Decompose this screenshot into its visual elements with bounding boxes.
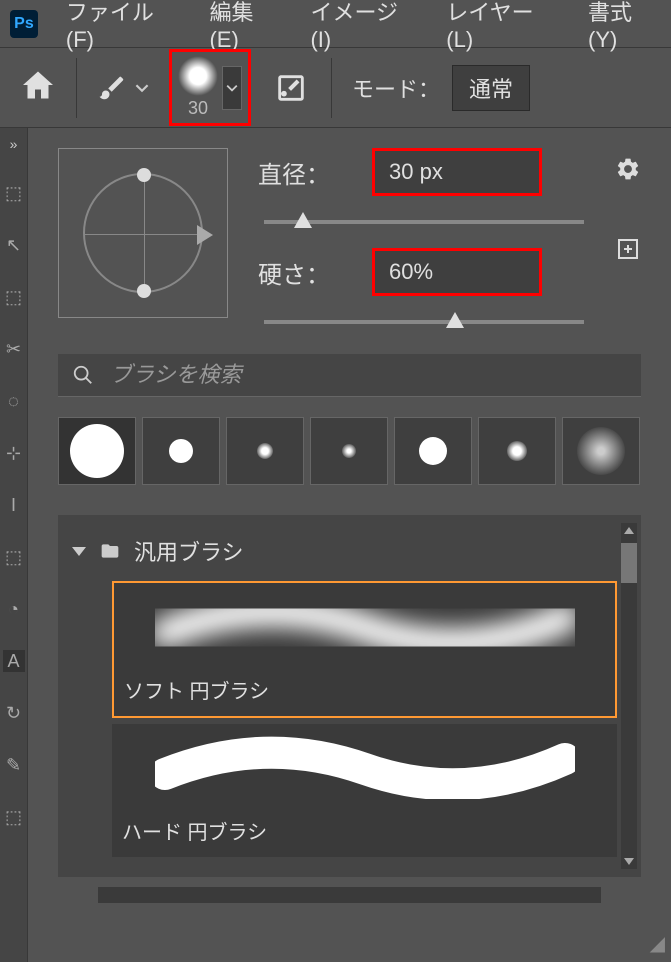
- resize-grip-icon[interactable]: ◢: [650, 931, 665, 956]
- brush-stroke-preview: [114, 583, 615, 663]
- gear-icon[interactable]: [615, 156, 641, 187]
- divider: [76, 58, 77, 118]
- tools-sidebar: » ⬚ ↖ ⬚ ✂ ◌ ⊹ I ⬚ ◔ A ↻ ✎ ⬚: [0, 128, 28, 962]
- tool-icon[interactable]: I: [3, 494, 25, 516]
- expand-panels-button[interactable]: »: [10, 136, 18, 152]
- brush-thumb[interactable]: [58, 417, 136, 485]
- hardness-input[interactable]: [372, 248, 542, 296]
- search-icon: [72, 364, 94, 386]
- folder-icon: [98, 541, 122, 561]
- brush-settings-button[interactable]: [271, 68, 311, 108]
- diameter-label: 直径：: [258, 155, 348, 190]
- menu-file[interactable]: ファイル(F): [66, 0, 182, 53]
- brush-thumb[interactable]: [562, 417, 640, 485]
- brush-preset-dropdown[interactable]: [222, 66, 242, 110]
- home-button[interactable]: [20, 67, 56, 108]
- tool-icon[interactable]: ✎: [3, 754, 25, 776]
- scrollbar-horizontal[interactable]: [98, 887, 601, 903]
- diameter-input[interactable]: [372, 148, 542, 196]
- scroll-up-icon: [624, 527, 634, 534]
- brush-thumb[interactable]: [142, 417, 220, 485]
- tool-icon[interactable]: ⬚: [3, 546, 25, 568]
- brush-tool-indicator[interactable]: [97, 73, 149, 103]
- diameter-slider[interactable]: [264, 220, 584, 224]
- menubar: Ps ファイル(F) 編集(E) イメージ(I) レイヤー(L) 書式(Y): [0, 0, 671, 48]
- folder-name: 汎用ブラシ: [134, 535, 244, 567]
- chevron-down-icon: [72, 547, 86, 556]
- recent-brushes: [58, 417, 641, 485]
- brush-item-label: ハード 円ブラシ: [112, 804, 617, 857]
- brush-preview-icon: [178, 56, 218, 96]
- tool-icon[interactable]: ◌: [3, 390, 25, 412]
- chevron-down-icon: [135, 81, 149, 95]
- brush-preset-panel: 直径： 硬さ：: [28, 128, 671, 962]
- menu-image[interactable]: イメージ(I): [310, 0, 418, 53]
- brush-item-label: ソフト 円ブラシ: [114, 663, 615, 716]
- tool-icon[interactable]: ⊹: [3, 442, 25, 464]
- brush-thumb[interactable]: [226, 417, 304, 485]
- mode-label: モード：: [352, 72, 440, 104]
- brush-item-hard[interactable]: ハード 円ブラシ: [112, 724, 617, 857]
- tool-icon[interactable]: A: [3, 650, 25, 672]
- tool-icon[interactable]: ↻: [3, 702, 25, 724]
- tool-icon[interactable]: ⬚: [3, 286, 25, 308]
- menu-type[interactable]: 書式(Y): [588, 0, 661, 53]
- brush-thumb[interactable]: [310, 417, 388, 485]
- tool-icon[interactable]: ◔: [3, 598, 25, 620]
- menu-layer[interactable]: レイヤー(L): [446, 0, 560, 53]
- tool-icon[interactable]: ✂: [3, 338, 25, 360]
- brush-thumb[interactable]: [478, 417, 556, 485]
- brush-item-soft[interactable]: ソフト 円ブラシ: [112, 581, 617, 718]
- mode-dropdown[interactable]: 通常: [452, 65, 530, 111]
- brush-folder[interactable]: 汎用ブラシ: [72, 529, 617, 581]
- tool-icon[interactable]: ↖: [3, 234, 25, 256]
- brush-search: [58, 354, 641, 397]
- brush-thumb[interactable]: [394, 417, 472, 485]
- brush-size-value: 30: [188, 98, 208, 119]
- brush-stroke-preview: [112, 724, 617, 804]
- brush-angle-control[interactable]: [58, 148, 228, 318]
- menu-edit[interactable]: 編集(E): [209, 0, 282, 53]
- scroll-thumb[interactable]: [621, 543, 637, 583]
- new-preset-icon[interactable]: [616, 237, 640, 266]
- hardness-slider[interactable]: [264, 320, 584, 324]
- brush-preset-picker[interactable]: 30: [169, 49, 251, 126]
- divider: [331, 58, 332, 118]
- options-bar: 30 モード： 通常: [0, 48, 671, 128]
- tool-icon[interactable]: ⬚: [3, 182, 25, 204]
- hardness-label: 硬さ：: [258, 255, 348, 290]
- tool-icon[interactable]: ⬚: [3, 806, 25, 828]
- scroll-down-icon: [624, 858, 634, 865]
- brush-list: 汎用ブラシ ソフト 円ブラシ ハード 円ブラシ: [58, 515, 641, 877]
- app-logo: Ps: [10, 10, 38, 38]
- scrollbar-vertical[interactable]: [621, 523, 637, 869]
- search-input[interactable]: [110, 362, 627, 388]
